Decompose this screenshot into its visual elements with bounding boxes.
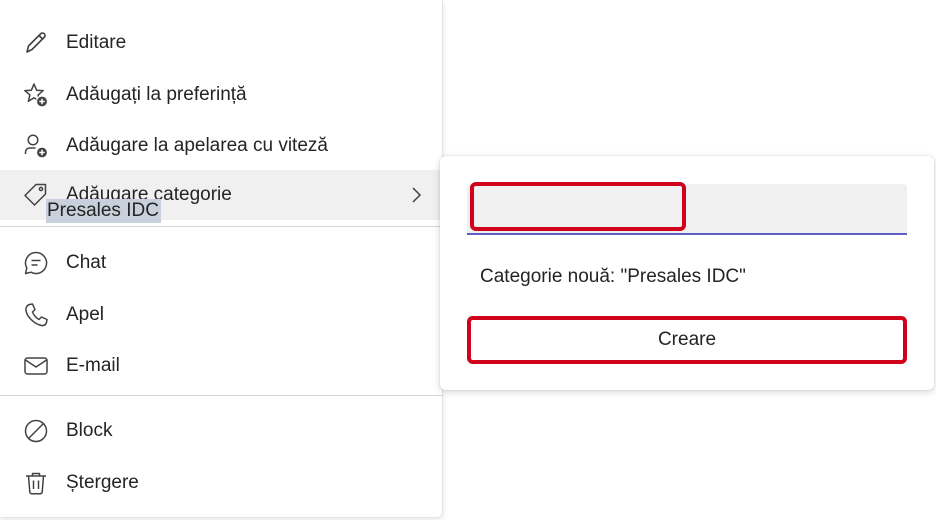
menu-item-label: Editare: [66, 32, 127, 53]
block-icon: [22, 417, 50, 445]
menu-item-delete[interactable]: Ștergere: [0, 458, 442, 508]
pencil-icon: [22, 29, 50, 57]
menu-item-label: E-mail: [66, 355, 120, 376]
menu-divider: [0, 226, 442, 227]
menu-item-block[interactable]: Block: [0, 406, 442, 456]
menu-item-label: Block: [66, 420, 113, 441]
phone-icon: [22, 301, 50, 329]
new-category-option[interactable]: Categorie nouă: "Presales IDC": [480, 266, 746, 288]
highlight-box-button: [467, 316, 907, 364]
chevron-right-icon: [412, 187, 422, 203]
menu-item-chat[interactable]: Chat: [0, 238, 442, 288]
menu-item-label: Ștergere: [66, 472, 139, 493]
star-add-icon: [22, 81, 50, 109]
menu-item-label: Chat: [66, 252, 107, 273]
menu-item-call[interactable]: Apel: [0, 290, 442, 340]
trash-icon: [22, 469, 50, 497]
context-menu: Editare Adăugați la preferință Adăugare …: [0, 0, 443, 518]
mail-icon: [22, 352, 50, 380]
person-add-icon: [22, 132, 50, 160]
category-input-value: Presales IDC: [46, 199, 161, 223]
menu-item-email[interactable]: E-mail: [0, 341, 442, 391]
menu-item-add-favorite[interactable]: Adăugați la preferință: [0, 70, 442, 120]
menu-item-label: Adăugare la apelarea cu viteză: [66, 135, 328, 156]
highlight-box-input: [470, 182, 686, 231]
chat-icon: [22, 249, 50, 277]
menu-divider: [0, 395, 442, 396]
menu-item-label: Apel: [66, 304, 105, 325]
menu-item-edit[interactable]: Editare: [0, 18, 442, 68]
menu-item-add-speed-dial[interactable]: Adăugare la apelarea cu viteză: [0, 121, 442, 171]
menu-item-label: Adăugați la preferință: [66, 84, 247, 105]
